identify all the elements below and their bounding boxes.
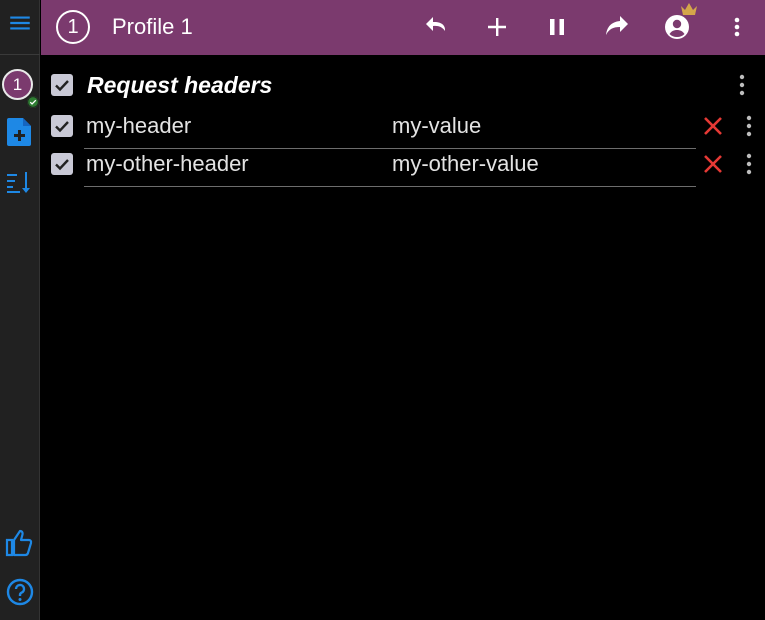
pause-icon[interactable] [543, 13, 571, 41]
add-file-icon[interactable] [7, 118, 31, 146]
header-checkbox[interactable] [51, 115, 73, 137]
sidebar-header [0, 0, 40, 55]
input-underline [84, 148, 696, 149]
add-icon[interactable] [483, 13, 511, 41]
account-icon[interactable] [663, 13, 691, 41]
header-value-input[interactable]: my-value [392, 112, 481, 140]
help-icon[interactable] [6, 578, 34, 606]
profile-badge-number: 1 [12, 75, 23, 94]
sort-icon[interactable] [5, 168, 33, 196]
sidebar: 1 [0, 0, 40, 620]
more-vert-icon[interactable] [723, 13, 751, 41]
header-name-input[interactable]: my-header [86, 112, 191, 140]
header-row: my-other-header my-other-value [51, 150, 765, 188]
delete-icon[interactable] [701, 152, 725, 176]
header-value-input[interactable]: my-other-value [392, 150, 539, 178]
top-app-bar: 1 Profile 1 [41, 0, 765, 55]
group-more-icon[interactable] [737, 73, 747, 97]
row-more-icon[interactable] [744, 152, 754, 176]
row-more-icon[interactable] [744, 114, 754, 138]
share-icon[interactable] [603, 13, 631, 41]
profile-number-badge: 1 [56, 10, 90, 44]
header-row: my-header my-value [51, 112, 765, 150]
group-title: Request headers [87, 72, 273, 98]
header-checkbox[interactable] [51, 153, 73, 175]
request-headers-group: Request headers [51, 71, 765, 99]
thumbs-up-icon[interactable] [4, 528, 34, 558]
check-icon [26, 95, 40, 109]
crown-icon [681, 3, 697, 15]
header-name-input[interactable]: my-other-header [86, 150, 249, 178]
check-icon [55, 80, 69, 92]
group-checkbox[interactable] [51, 74, 73, 96]
hamburger-menu-icon[interactable] [7, 10, 33, 36]
check-icon [55, 159, 69, 171]
undo-icon[interactable] [422, 13, 450, 41]
check-icon [55, 121, 69, 133]
profile-number: 1 [67, 16, 79, 38]
delete-icon[interactable] [701, 114, 725, 138]
profile-title[interactable]: Profile 1 [112, 14, 193, 40]
input-underline [84, 186, 696, 187]
